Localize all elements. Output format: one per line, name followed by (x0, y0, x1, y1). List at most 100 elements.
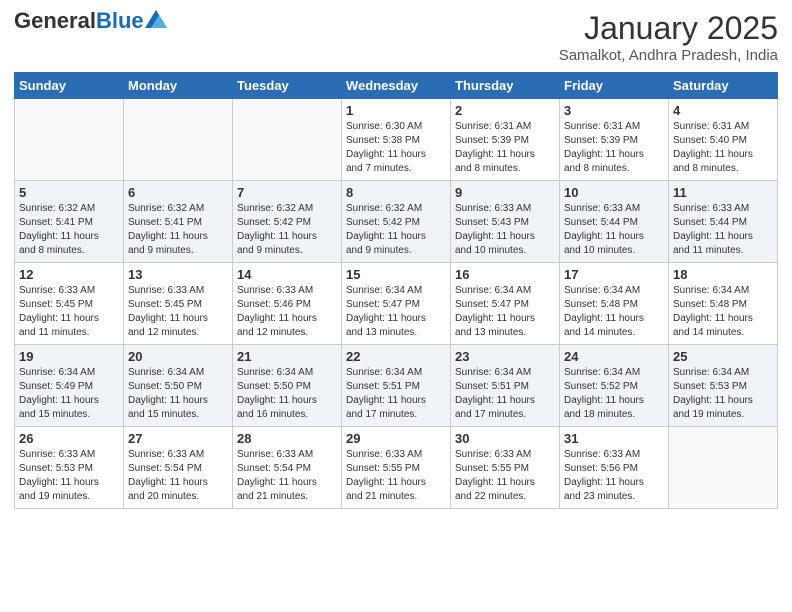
day-number: 31 (564, 431, 664, 446)
day-number: 24 (564, 349, 664, 364)
day-number: 27 (128, 431, 228, 446)
day-number: 4 (673, 103, 773, 118)
day-info: Sunrise: 6:33 AM Sunset: 5:45 PM Dayligh… (128, 284, 228, 340)
calendar-cell: 23Sunrise: 6:34 AM Sunset: 5:51 PM Dayli… (451, 345, 560, 427)
calendar-cell: 10Sunrise: 6:33 AM Sunset: 5:44 PM Dayli… (560, 181, 669, 263)
title-block: January 2025 Samalkot, Andhra Pradesh, I… (559, 10, 778, 64)
day-info: Sunrise: 6:34 AM Sunset: 5:51 PM Dayligh… (455, 366, 555, 422)
day-info: Sunrise: 6:33 AM Sunset: 5:55 PM Dayligh… (346, 448, 446, 504)
calendar-week-4: 26 Sunrise: 6:33 AM Sunset: 5:53 PM Dayli… (15, 427, 778, 509)
calendar-cell (124, 99, 233, 181)
calendar-cell: 11 Sunrise: 6:33 AM Sunset: 5:44 PM Dayli… (669, 181, 778, 263)
calendar-cell (15, 99, 124, 181)
calendar-cell (669, 427, 778, 509)
location: Samalkot, Andhra Pradesh, India (559, 47, 778, 64)
calendar-cell: 19 Sunrise: 6:34 AM Sunset: 5:49 PM Dayli… (15, 345, 124, 427)
col-saturday: Saturday (669, 73, 778, 99)
day-info: Sunrise: 6:34 AM Sunset: 5:49 PM Dayligh… (19, 366, 119, 422)
day-number: 8 (346, 185, 446, 200)
day-number: 19 (19, 349, 119, 364)
day-info: Sunrise: 6:34 AM Sunset: 5:47 PM Dayligh… (455, 284, 555, 340)
day-number: 22 (346, 349, 446, 364)
calendar-cell: 14 Sunrise: 6:33 AM Sunset: 5:46 PM Dayli… (233, 263, 342, 345)
col-thursday: Thursday (451, 73, 560, 99)
day-number: 21 (237, 349, 337, 364)
calendar-cell: 30 Sunrise: 6:33 AM Sunset: 5:55 PM Dayli… (451, 427, 560, 509)
col-friday: Friday (560, 73, 669, 99)
day-info: Sunrise: 6:31 AM Sunset: 5:39 PM Dayligh… (564, 120, 664, 176)
calendar-cell: 16Sunrise: 6:34 AM Sunset: 5:47 PM Dayli… (451, 263, 560, 345)
calendar-cell: 7Sunrise: 6:32 AM Sunset: 5:42 PM Daylig… (233, 181, 342, 263)
calendar-cell: 4 Sunrise: 6:31 AM Sunset: 5:40 PM Daylig… (669, 99, 778, 181)
calendar-cell: 28 Sunrise: 6:33 AM Sunset: 5:54 PM Dayli… (233, 427, 342, 509)
calendar-cell: 8 Sunrise: 6:32 AM Sunset: 5:42 PM Daylig… (342, 181, 451, 263)
calendar-cell: 29Sunrise: 6:33 AM Sunset: 5:55 PM Dayli… (342, 427, 451, 509)
page-container: GeneralBlue January 2025 Samalkot, Andhr… (0, 0, 792, 519)
day-number: 7 (237, 185, 337, 200)
day-info: Sunrise: 6:31 AM Sunset: 5:40 PM Dayligh… (673, 120, 773, 176)
calendar-cell: 15Sunrise: 6:34 AM Sunset: 5:47 PM Dayli… (342, 263, 451, 345)
day-number: 9 (455, 185, 555, 200)
logo-text: GeneralBlue (14, 10, 144, 32)
day-info: Sunrise: 6:34 AM Sunset: 5:50 PM Dayligh… (128, 366, 228, 422)
calendar-week-1: 5Sunrise: 6:32 AM Sunset: 5:41 PM Daylig… (15, 181, 778, 263)
day-info: Sunrise: 6:31 AM Sunset: 5:39 PM Dayligh… (455, 120, 555, 176)
calendar-table: Sunday Monday Tuesday Wednesday Thursday… (14, 72, 778, 509)
calendar-cell: 22Sunrise: 6:34 AM Sunset: 5:51 PM Dayli… (342, 345, 451, 427)
logo: GeneralBlue (14, 10, 167, 32)
calendar-cell: 26 Sunrise: 6:33 AM Sunset: 5:53 PM Dayli… (15, 427, 124, 509)
day-info: Sunrise: 6:33 AM Sunset: 5:43 PM Dayligh… (455, 202, 555, 258)
day-number: 13 (128, 267, 228, 282)
day-number: 2 (455, 103, 555, 118)
day-number: 30 (455, 431, 555, 446)
calendar-cell: 31 Sunrise: 6:33 AM Sunset: 5:56 PM Dayli… (560, 427, 669, 509)
day-info: Sunrise: 6:34 AM Sunset: 5:50 PM Dayligh… (237, 366, 337, 422)
col-monday: Monday (124, 73, 233, 99)
day-info: Sunrise: 6:33 AM Sunset: 5:55 PM Dayligh… (455, 448, 555, 504)
day-number: 10 (564, 185, 664, 200)
calendar-week-3: 19 Sunrise: 6:34 AM Sunset: 5:49 PM Dayli… (15, 345, 778, 427)
day-number: 25 (673, 349, 773, 364)
calendar-cell: 13 Sunrise: 6:33 AM Sunset: 5:45 PM Dayli… (124, 263, 233, 345)
calendar-cell: 24 Sunrise: 6:34 AM Sunset: 5:52 PM Dayli… (560, 345, 669, 427)
day-number: 26 (19, 431, 119, 446)
day-info: Sunrise: 6:32 AM Sunset: 5:41 PM Dayligh… (128, 202, 228, 258)
day-info: Sunrise: 6:34 AM Sunset: 5:53 PM Dayligh… (673, 366, 773, 422)
day-number: 3 (564, 103, 664, 118)
calendar-week-2: 12Sunrise: 6:33 AM Sunset: 5:45 PM Dayli… (15, 263, 778, 345)
calendar-cell: 21 Sunrise: 6:34 AM Sunset: 5:50 PM Dayli… (233, 345, 342, 427)
day-info: Sunrise: 6:33 AM Sunset: 5:44 PM Dayligh… (673, 202, 773, 258)
day-number: 11 (673, 185, 773, 200)
day-info: Sunrise: 6:33 AM Sunset: 5:46 PM Dayligh… (237, 284, 337, 340)
day-info: Sunrise: 6:32 AM Sunset: 5:42 PM Dayligh… (346, 202, 446, 258)
col-tuesday: Tuesday (233, 73, 342, 99)
day-info: Sunrise: 6:33 AM Sunset: 5:54 PM Dayligh… (237, 448, 337, 504)
day-info: Sunrise: 6:33 AM Sunset: 5:53 PM Dayligh… (19, 448, 119, 504)
day-number: 14 (237, 267, 337, 282)
day-number: 28 (237, 431, 337, 446)
day-info: Sunrise: 6:34 AM Sunset: 5:47 PM Dayligh… (346, 284, 446, 340)
calendar-cell: 3 Sunrise: 6:31 AM Sunset: 5:39 PM Daylig… (560, 99, 669, 181)
col-wednesday: Wednesday (342, 73, 451, 99)
logo-icon (145, 10, 167, 28)
day-number: 17 (564, 267, 664, 282)
day-info: Sunrise: 6:33 AM Sunset: 5:54 PM Dayligh… (128, 448, 228, 504)
calendar-cell: 25 Sunrise: 6:34 AM Sunset: 5:53 PM Dayli… (669, 345, 778, 427)
day-number: 18 (673, 267, 773, 282)
calendar-cell: 12Sunrise: 6:33 AM Sunset: 5:45 PM Dayli… (15, 263, 124, 345)
calendar-cell: 1Sunrise: 6:30 AM Sunset: 5:38 PM Daylig… (342, 99, 451, 181)
col-sunday: Sunday (15, 73, 124, 99)
calendar-cell: 20Sunrise: 6:34 AM Sunset: 5:50 PM Dayli… (124, 345, 233, 427)
day-info: Sunrise: 6:33 AM Sunset: 5:45 PM Dayligh… (19, 284, 119, 340)
calendar-cell: 5Sunrise: 6:32 AM Sunset: 5:41 PM Daylig… (15, 181, 124, 263)
day-info: Sunrise: 6:32 AM Sunset: 5:41 PM Dayligh… (19, 202, 119, 258)
day-number: 6 (128, 185, 228, 200)
calendar-cell: 2 Sunrise: 6:31 AM Sunset: 5:39 PM Daylig… (451, 99, 560, 181)
calendar-cell: 17 Sunrise: 6:34 AM Sunset: 5:48 PM Dayli… (560, 263, 669, 345)
day-info: Sunrise: 6:33 AM Sunset: 5:56 PM Dayligh… (564, 448, 664, 504)
day-info: Sunrise: 6:34 AM Sunset: 5:52 PM Dayligh… (564, 366, 664, 422)
calendar-cell: 6 Sunrise: 6:32 AM Sunset: 5:41 PM Daylig… (124, 181, 233, 263)
header: GeneralBlue January 2025 Samalkot, Andhr… (14, 10, 778, 64)
calendar-cell: 18Sunrise: 6:34 AM Sunset: 5:48 PM Dayli… (669, 263, 778, 345)
day-info: Sunrise: 6:34 AM Sunset: 5:48 PM Dayligh… (564, 284, 664, 340)
